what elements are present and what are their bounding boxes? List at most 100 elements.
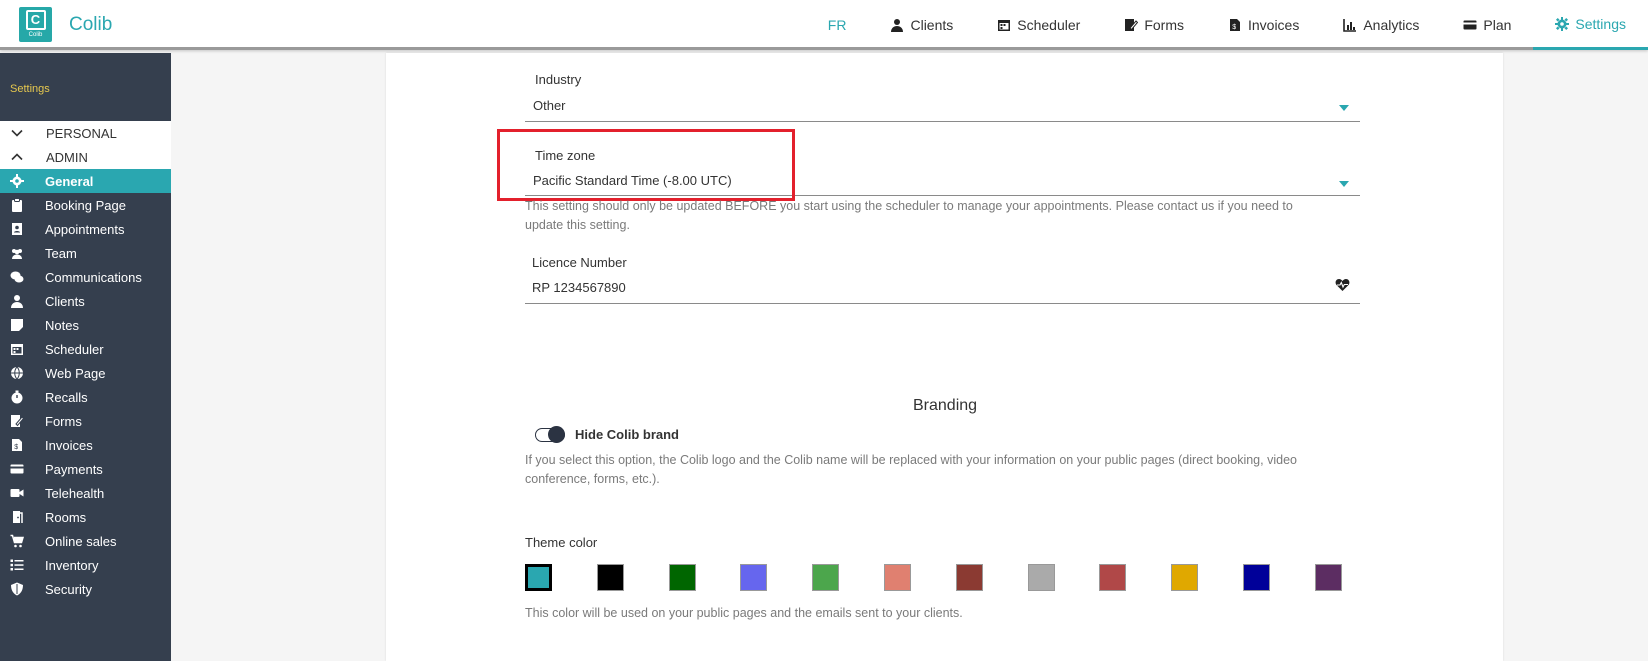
nav-plan[interactable]: Plan	[1441, 0, 1533, 50]
globe-icon	[11, 366, 23, 380]
chart-icon	[1343, 19, 1357, 32]
timezone-dropdown-icon[interactable]	[1339, 181, 1349, 187]
nav-clients[interactable]: Clients	[868, 0, 975, 50]
sidebar-item-label: Payments	[45, 461, 103, 477]
users-icon	[12, 249, 22, 259]
sidebar-item-general[interactable]: General	[0, 169, 171, 193]
branding-heading: Branding	[913, 397, 978, 414]
theme-color-swatch[interactable]	[525, 564, 552, 591]
sidebar-item-invoices[interactable]: $ Invoices	[0, 433, 171, 457]
sidebar-item-label: Security	[45, 581, 92, 597]
sidebar-item-communications[interactable]: Communications	[0, 265, 171, 289]
theme-color-swatch[interactable]	[884, 564, 911, 591]
heartbeat-icon	[1335, 279, 1350, 291]
invoice-icon: $	[1229, 19, 1240, 31]
settings-sidebar: Settings PERSONAL ADMIN General Booking …	[0, 53, 171, 661]
sidebar-item-label: Rooms	[45, 509, 87, 525]
hide-brand-help-line2: conference, forms, etc.).	[525, 472, 660, 486]
svg-text:$: $	[1232, 24, 1236, 31]
logo-small-text: Colib	[28, 32, 43, 38]
sidebar-item-appointments[interactable]: Appointments	[0, 217, 171, 241]
theme-color-swatch[interactable]	[1243, 564, 1270, 591]
sidebar-item-label: Clients	[45, 293, 85, 309]
hide-brand-toggle[interactable]	[535, 426, 565, 443]
calendar-icon	[998, 20, 1011, 31]
list-icon	[10, 559, 24, 571]
licence-number-input[interactable]: RP 1234567890	[532, 280, 626, 295]
sidebar-item-online-sales[interactable]: Online sales	[0, 529, 171, 553]
cart-icon	[10, 534, 24, 548]
video-icon	[10, 489, 24, 497]
logo-letter: C	[25, 10, 46, 30]
industry-dropdown-icon[interactable]	[1339, 105, 1349, 111]
sidebar-item-label: Appointments	[45, 221, 125, 237]
industry-label: Industry	[535, 72, 582, 87]
sidebar-item-label: Recalls	[45, 389, 88, 405]
sidebar-item-notes[interactable]: Notes	[0, 313, 171, 337]
user-icon	[891, 19, 904, 32]
credit-card-icon	[10, 464, 24, 474]
theme-color-swatch[interactable]	[597, 564, 624, 591]
chevron-down-icon	[11, 129, 23, 137]
theme-color-swatch[interactable]	[812, 564, 839, 591]
sidebar-item-security[interactable]: Security	[0, 577, 171, 601]
comments-icon	[10, 271, 24, 283]
timezone-helper-text-line2: update this setting.	[525, 218, 630, 232]
chevron-up-icon	[11, 153, 23, 161]
sidebar-item-recalls[interactable]: Recalls	[0, 385, 171, 409]
language-toggle[interactable]: FR	[828, 0, 869, 50]
sidebar-item-payments[interactable]: Payments	[0, 457, 171, 481]
shield-icon	[11, 582, 23, 596]
sidebar-item-team[interactable]: Team	[0, 241, 171, 265]
invoice-icon: $	[12, 439, 22, 451]
sidebar-item-inventory[interactable]: Inventory	[0, 553, 171, 577]
sidebar-item-rooms[interactable]: Rooms	[0, 505, 171, 529]
sidebar-title: Settings	[10, 83, 50, 95]
nav-forms[interactable]: Forms	[1102, 0, 1206, 50]
user-icon	[11, 295, 23, 308]
main-nav: FR Clients Scheduler Forms $ Invoices An…	[828, 0, 1648, 50]
hide-brand-help-line1: If you select this option, the Colib log…	[525, 453, 1297, 467]
stopwatch-icon	[11, 390, 23, 404]
nav-scheduler[interactable]: Scheduler	[975, 0, 1102, 50]
sidebar-item-label: General	[45, 173, 94, 189]
sidebar-item-telehealth[interactable]: Telehealth	[0, 481, 171, 505]
licence-number-label: Licence Number	[532, 255, 627, 270]
signature-icon	[1125, 19, 1139, 31]
sidebar-item-forms[interactable]: Forms	[0, 409, 171, 433]
theme-color-swatch[interactable]	[1171, 564, 1198, 591]
sidebar-item-clients[interactable]: Clients	[0, 289, 171, 313]
credit-card-icon	[1463, 20, 1477, 30]
sidebar-group-admin[interactable]: ADMIN	[0, 145, 171, 169]
sidebar-item-booking-page[interactable]: Booking Page	[0, 193, 171, 217]
calendar-icon	[11, 344, 23, 355]
sidebar-group-admin-label: ADMIN	[46, 149, 88, 165]
nav-invoices[interactable]: $ Invoices	[1206, 0, 1321, 50]
sticky-note-icon	[11, 319, 23, 331]
nav-forms-label: Forms	[1144, 17, 1184, 33]
sidebar-item-label: Scheduler	[45, 341, 104, 357]
theme-color-swatch[interactable]	[1099, 564, 1126, 591]
theme-color-swatch[interactable]	[956, 564, 983, 591]
nav-analytics[interactable]: Analytics	[1321, 0, 1441, 50]
theme-color-label: Theme color	[525, 535, 598, 550]
sidebar-item-web-page[interactable]: Web Page	[0, 361, 171, 385]
theme-color-swatch[interactable]	[1315, 564, 1342, 591]
theme-color-swatch[interactable]	[740, 564, 767, 591]
contact-book-icon	[12, 223, 22, 235]
theme-color-swatch[interactable]	[669, 564, 696, 591]
sidebar-item-label: Invoices	[45, 437, 93, 453]
brand-name[interactable]: Colib	[69, 14, 112, 36]
sidebar-group-personal-label: PERSONAL	[46, 125, 117, 141]
top-navbar: C Colib Colib FR Clients Scheduler Forms…	[0, 0, 1648, 50]
industry-select[interactable]: Other	[533, 98, 566, 113]
svg-text:$: $	[14, 444, 18, 451]
timezone-highlight-box	[497, 129, 795, 201]
sidebar-item-label: Forms	[45, 413, 82, 429]
sidebar-group-personal[interactable]: PERSONAL	[0, 121, 171, 145]
theme-color-swatch[interactable]	[1028, 564, 1055, 591]
colib-logo[interactable]: C Colib	[19, 7, 52, 42]
nav-settings[interactable]: Settings	[1533, 0, 1648, 50]
sidebar-item-scheduler[interactable]: Scheduler	[0, 337, 171, 361]
nav-clients-label: Clients	[910, 17, 954, 33]
